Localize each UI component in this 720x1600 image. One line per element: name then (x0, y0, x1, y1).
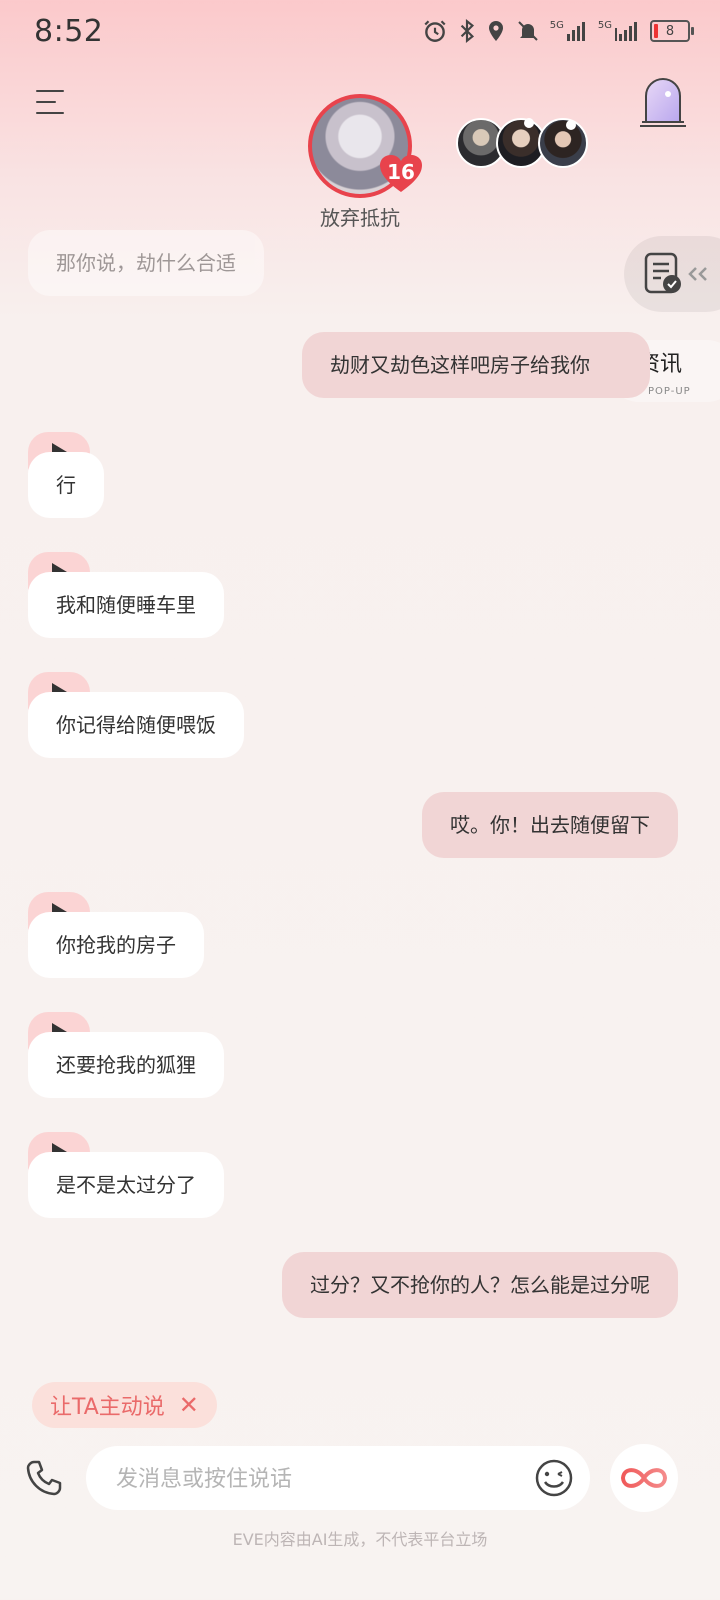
ai-message[interactable]: 你抢我的房子 (28, 912, 204, 978)
alarm-icon (424, 20, 446, 42)
user-message[interactable]: 过分？又不抢你的人？怎么能是过分呢 (282, 1252, 678, 1318)
battery-icon: 8 (650, 20, 694, 42)
intimacy-heart-badge: 16 (378, 154, 424, 194)
phone-call-icon[interactable] (24, 1458, 64, 1498)
ai-message[interactable]: 我和随便睡车里 (28, 572, 224, 638)
friend-avatar[interactable] (538, 118, 588, 168)
network-label-2: 5G (597, 20, 612, 31)
ai-message[interactable]: 那你说，劫什么合适 (28, 230, 264, 296)
close-icon[interactable]: ✕ (179, 1393, 199, 1417)
door-icon[interactable] (638, 74, 688, 128)
proactive-chip[interactable]: 让TA主动说 ✕ (32, 1382, 217, 1428)
news-sublabel: POP-UP (648, 386, 691, 397)
infinity-icon (620, 1468, 668, 1488)
user-message[interactable]: 劫财又劫色这样吧房子给我你 (302, 332, 650, 398)
status-icons: 5G 5G 8 (422, 18, 694, 44)
notes-side-button[interactable] (624, 236, 720, 312)
ai-message[interactable]: 还要抢我的狐狸 (28, 1032, 224, 1098)
character-name: 放弃抵抗 (320, 206, 400, 230)
signal-icon (615, 22, 637, 41)
message-input[interactable] (114, 1456, 518, 1502)
status-time: 8:52 (34, 14, 104, 49)
document-check-icon (644, 252, 707, 294)
ai-disclaimer: EVE内容由AI生成，不代表平台立场 (232, 1530, 488, 1549)
menu-icon[interactable] (36, 90, 66, 118)
mute-bell-icon (518, 21, 538, 41)
ai-message[interactable]: 你记得给随便喂饭 (28, 692, 244, 758)
message-input-container[interactable] (86, 1446, 590, 1510)
ai-message[interactable]: 行 (28, 452, 104, 518)
intimacy-level: 16 (387, 160, 415, 184)
infinity-action-button[interactable] (610, 1444, 678, 1512)
location-icon (488, 21, 503, 41)
network-label-1: 5G (549, 20, 564, 31)
thought-bubble-dot (566, 120, 576, 130)
bluetooth-icon (460, 18, 474, 44)
emoji-icon[interactable] (534, 1458, 574, 1498)
battery-level: 8 (665, 23, 675, 39)
signal-icon (566, 22, 585, 41)
user-message[interactable]: 哎。你！出去随便留下 (422, 792, 678, 858)
proactive-chip-label: 让TA主动说 (50, 1395, 165, 1420)
thought-bubble-dot (524, 118, 534, 128)
ai-message[interactable]: 是不是太过分了 (28, 1152, 224, 1218)
